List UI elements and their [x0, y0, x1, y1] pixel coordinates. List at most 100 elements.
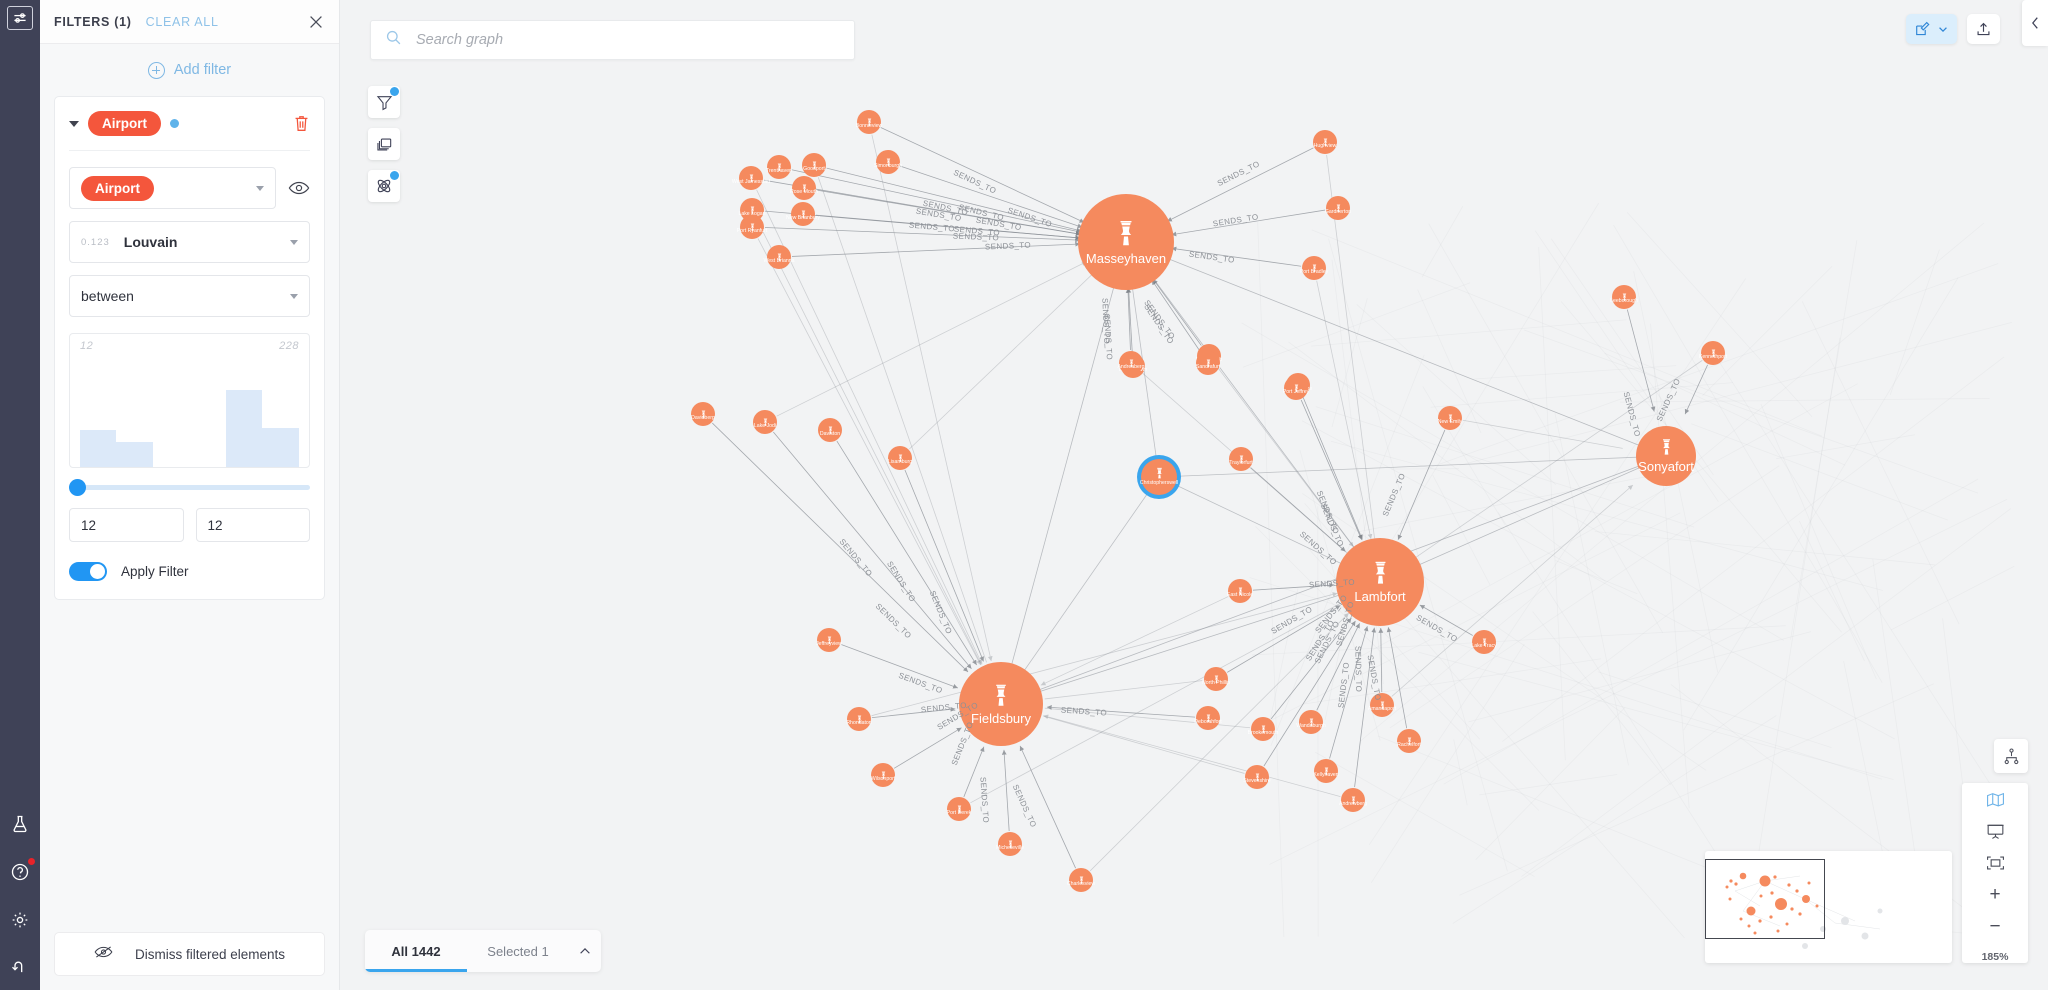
graph-node[interactable]: Trenthaven [767, 155, 791, 179]
graph-edge [1873, 559, 1915, 852]
graph-node[interactable]: Davidberg [691, 402, 715, 426]
tab-selected[interactable]: Selected 1 [467, 930, 569, 972]
zoom-in-button[interactable]: + [1989, 885, 2000, 904]
graph-node[interactable]: West Jamesstad [739, 166, 763, 190]
delete-filter-icon[interactable] [293, 114, 310, 133]
sliders-icon[interactable] [7, 6, 33, 30]
graph-node[interactable]: Sonyafort [1636, 426, 1696, 486]
property-type-badge: 0.123 [81, 237, 110, 248]
add-filter-button[interactable]: Add filter [40, 44, 339, 96]
graph-edge [817, 190, 1081, 234]
histogram-bar [80, 430, 116, 467]
property-select[interactable]: 0.123 Louvain [69, 221, 310, 263]
hierarchy-layout-button[interactable] [1994, 739, 2028, 773]
search-input[interactable]: Search graph [416, 32, 503, 48]
graph-node[interactable]: Rachelfort [1397, 729, 1421, 753]
graph-node[interactable]: Lambfort [1336, 538, 1424, 626]
graph-node[interactable]: Kellyhaven [1314, 759, 1338, 783]
graph-node[interactable]: Kennethport [1701, 341, 1725, 365]
graph-node[interactable]: Charlesview [1069, 868, 1093, 892]
graph-node[interactable]: Jeffreyview [817, 628, 841, 652]
entity-type-select[interactable]: Airport [69, 167, 276, 209]
graph-node[interactable]: Deborahfort [1196, 706, 1220, 730]
flask-icon[interactable] [6, 810, 34, 838]
physics-tool-icon[interactable] [368, 170, 400, 202]
fit-screen-icon[interactable] [1982, 854, 2008, 872]
graph-node[interactable]: Hughview [1313, 130, 1337, 154]
graph-node[interactable]: Andreaberg [1119, 351, 1143, 375]
dismiss-filtered-elements-button[interactable]: Dismiss filtered elements [54, 932, 325, 976]
graph-canvas[interactable]: Masseyhaven Fieldsbury Lambfort Sonyafort Ch… [340, 0, 2048, 990]
clear-all-button[interactable]: CLEAR ALL [146, 15, 219, 29]
graph-node[interactable]: Brookemouth [1251, 717, 1275, 741]
share-button[interactable] [1967, 14, 2000, 44]
minimap[interactable] [1705, 851, 1952, 963]
gear-icon[interactable] [6, 906, 34, 934]
zoom-out-button[interactable]: − [1989, 917, 2000, 936]
graph-edge [1243, 283, 1470, 367]
zoom-controls: + − 185% [1962, 783, 2028, 963]
graph-node[interactable]: Port Bradley [1302, 256, 1326, 280]
graph-node[interactable]: New Brianbury [791, 202, 815, 226]
graph-node[interactable]: Rose Mouth [792, 176, 816, 200]
graph-node[interactable]: Wandaburgh [1299, 710, 1323, 734]
graph-node[interactable]: West Brianna [767, 245, 791, 269]
help-icon[interactable] [6, 858, 34, 886]
graph-node[interactable]: Michelleville [998, 832, 1022, 856]
graph-node[interactable]: Lake Tracy [1472, 630, 1496, 654]
close-icon[interactable] [307, 13, 325, 31]
node-label: Hughview [1314, 144, 1337, 149]
graph-node[interactable]: Port Derek [947, 797, 971, 821]
undo-icon[interactable] [6, 954, 34, 982]
map-view-icon[interactable] [1982, 791, 2008, 809]
layers-tool-icon[interactable] [368, 128, 400, 160]
graph-node[interactable]: Simonburgh [876, 150, 900, 174]
apply-filter-toggle[interactable] [69, 562, 107, 581]
node-label: Wilsonport [871, 777, 896, 782]
filter-card: Airport Airport 0.123 Louvain between 12… [54, 96, 325, 600]
presentation-icon[interactable] [1982, 822, 2008, 840]
graph-node[interactable]: Gardnerton [1326, 196, 1350, 220]
graph-node[interactable]: Lisamburg [888, 446, 912, 470]
graph-node[interactable]: Wilsonport [871, 763, 895, 787]
graph-node[interactable]: Leeborough [1612, 285, 1636, 309]
airport-tower-icon [1204, 355, 1213, 364]
collapse-panel-button[interactable] [2022, 0, 2048, 46]
range-from-input[interactable]: 12 [69, 508, 184, 542]
filter-tool-icon[interactable] [368, 86, 400, 118]
airport-tower-icon [1006, 836, 1015, 845]
chevron-up-icon[interactable] [569, 946, 601, 957]
graph-node[interactable]: Lake Jodi [753, 410, 777, 434]
graph-node[interactable]: East Nicole [1228, 579, 1252, 603]
graph-edge [792, 244, 1080, 256]
graph-edge [1776, 435, 1915, 459]
slider-knob[interactable] [69, 479, 86, 496]
graph-node[interactable]: North Phillip [1204, 667, 1228, 691]
graph-node[interactable]: Traylorfurt [1229, 447, 1253, 471]
graph-node[interactable]: New Emily [1438, 406, 1462, 430]
graph-node[interactable]: Sandrafurt [1196, 351, 1220, 375]
range-slider[interactable] [69, 478, 310, 496]
graph-node[interactable]: Fieldsbury [959, 662, 1043, 746]
operator-select[interactable]: between [69, 275, 310, 317]
graph-node[interactable]: Bonnieview [857, 110, 881, 134]
search-graph-bar[interactable]: Search graph [370, 20, 855, 60]
graph-node[interactable]: Goodport [802, 153, 826, 177]
range-to-input[interactable]: 12 [196, 508, 311, 542]
collapse-caret-icon[interactable] [69, 121, 79, 127]
visibility-eye-icon[interactable] [288, 180, 310, 196]
graph-node[interactable]: Port Ryanfurt [740, 215, 764, 239]
graph-node[interactable]: Andrewberg [1341, 788, 1365, 812]
graph-edge [1311, 320, 1626, 346]
graph-node[interactable]: Stevenshire [1245, 765, 1269, 789]
edit-button[interactable] [1906, 14, 1957, 44]
graph-node[interactable]: Amandaport [1370, 693, 1394, 717]
graph-node[interactable]: Port Jeffrey [1284, 376, 1308, 400]
graph-node[interactable]: Daviston [818, 418, 842, 442]
graph-node-selected[interactable]: Christopherswell [1141, 459, 1177, 495]
tab-all[interactable]: All 1442 [365, 930, 467, 972]
graph-edge [872, 135, 991, 661]
graph-node[interactable]: Masseyhaven [1078, 194, 1174, 290]
minimap-viewport[interactable] [1705, 859, 1825, 939]
graph-node[interactable]: Rhondaton [847, 707, 871, 731]
